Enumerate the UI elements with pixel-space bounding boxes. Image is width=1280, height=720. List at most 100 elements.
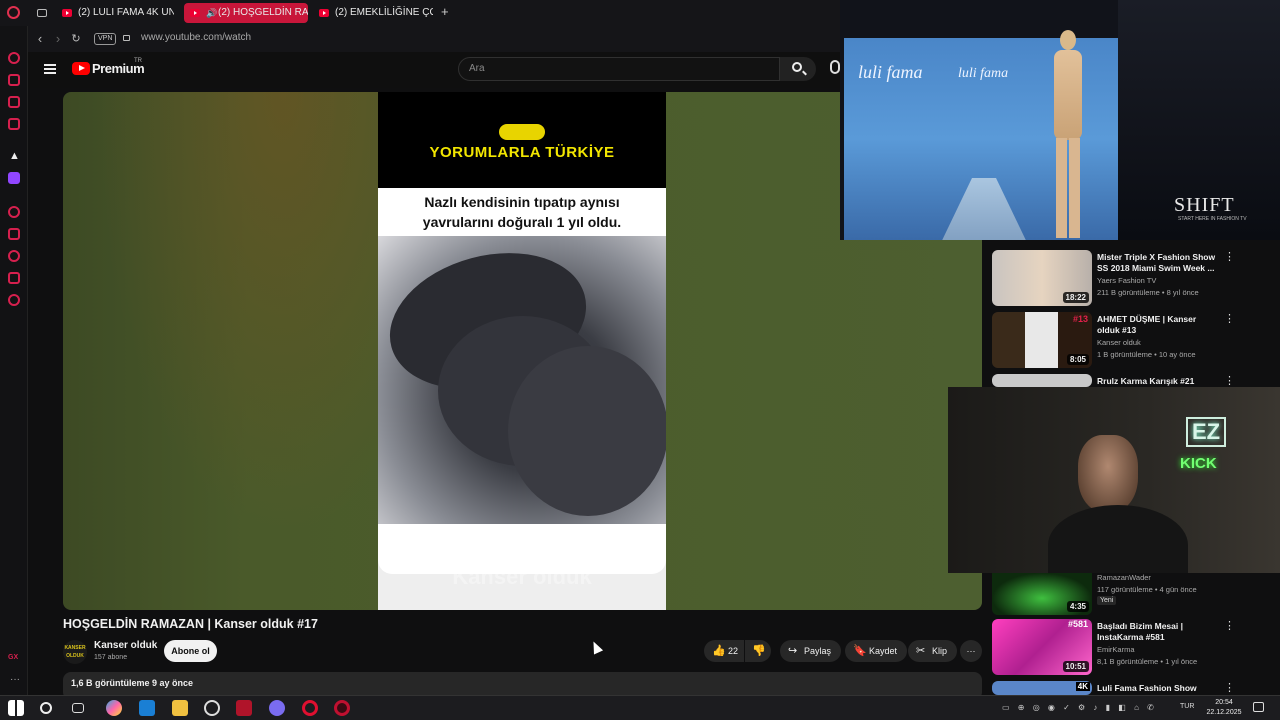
save-button[interactable]: 🔖 Kaydet xyxy=(845,640,908,662)
channel-name[interactable]: Kanser olduk xyxy=(94,640,157,651)
related-thumbnail[interactable]: 4:35 xyxy=(992,573,1092,615)
task-view-icon[interactable] xyxy=(72,703,84,713)
shift-tagline: START HERE IN FASHION TV xyxy=(1178,216,1247,222)
tab-emekliligine[interactable]: (2) EMEKLİLİĞİNE ÇOK AZ xyxy=(313,3,433,23)
more-vert-icon[interactable]: ⋮ xyxy=(1224,314,1235,325)
notification-icon[interactable] xyxy=(1253,702,1264,712)
related-channel[interactable]: Yaers Fashion TV xyxy=(1097,276,1156,285)
related-channel[interactable]: Kanser olduk xyxy=(1097,338,1141,347)
xbox-icon[interactable] xyxy=(204,700,220,716)
neon-sign-ez: EZ xyxy=(1186,417,1227,447)
more-vert-icon[interactable]: ⋮ xyxy=(1224,621,1235,632)
related-title[interactable]: AHMET DÜŞME | Kanser olduk #13 xyxy=(1097,314,1219,336)
video-frame[interactable]: YORUMLARLA TÜRKİYE Nazlı kendisinin tıpa… xyxy=(378,92,666,610)
related-title[interactable]: Luli Fama Fashion Show xyxy=(1097,683,1219,694)
clip-button[interactable]: ✂ Klip xyxy=(908,640,958,662)
like-button[interactable]: 👍 22 xyxy=(704,640,744,662)
tray-icons[interactable]: ▭ ⊕ ◎ ◉ ✓ ⚙ ♪ ▮ ◧ ⌂ ✆ xyxy=(1002,703,1172,713)
opera-icon[interactable] xyxy=(302,700,318,716)
tiktok-icon[interactable]: ▲ xyxy=(9,150,20,162)
related-thumbnail[interactable]: #581 10:51 xyxy=(992,619,1092,675)
mouse-cursor-icon xyxy=(588,639,604,655)
related-video[interactable]: Rrulz Karma Karışık #21 ⋮ xyxy=(992,374,1242,388)
file-explorer-icon[interactable] xyxy=(172,700,188,716)
settings-icon[interactable] xyxy=(8,294,20,306)
history-icon[interactable] xyxy=(8,206,20,218)
runway-brand-text: luli fama xyxy=(958,66,1009,81)
related-video[interactable]: 4K Luli Fama Fashion Show ⋮ xyxy=(992,681,1242,695)
windows-start-icon[interactable] xyxy=(8,700,24,716)
search-input[interactable]: Ara xyxy=(458,57,780,81)
search-taskbar-icon[interactable] xyxy=(40,702,52,714)
related-video[interactable]: #581 10:51 Başladı Bizim Mesai | InstaKa… xyxy=(992,619,1242,677)
related-title[interactable]: Rrulz Karma Karışık #21 xyxy=(1097,376,1219,387)
region-label: TR xyxy=(134,58,142,64)
more-vert-icon[interactable]: ⋮ xyxy=(1224,683,1235,694)
search-button[interactable] xyxy=(780,57,816,81)
gmail-icon[interactable] xyxy=(8,118,20,130)
model-body xyxy=(1054,50,1082,140)
gx-icon[interactable]: GX xyxy=(8,654,18,661)
twitch-icon[interactable] xyxy=(8,172,20,184)
language-indicator[interactable]: TUR xyxy=(1180,703,1194,710)
duration-badge: 4:35 xyxy=(1066,601,1089,612)
related-title[interactable]: Mister Triple X Fashion Show SS 2018 Mia… xyxy=(1097,252,1219,274)
youtube-logo-icon[interactable] xyxy=(72,62,90,75)
neon-sign-kick: KICK xyxy=(1180,455,1217,472)
discord-icon[interactable] xyxy=(269,700,285,716)
tab-luli-fama[interactable]: (2) LULI FAMA 4K UNCUT xyxy=(56,3,174,23)
related-thumbnail[interactable]: 4K xyxy=(992,681,1092,695)
youtube-favicon-icon xyxy=(319,9,329,17)
clock[interactable]: 20:54 22.12.2025 xyxy=(1206,698,1242,718)
opera-gx-icon[interactable] xyxy=(334,700,350,716)
messenger-icon[interactable] xyxy=(8,96,20,108)
related-channel[interactable]: EmirKarma xyxy=(1097,645,1135,654)
duration-badge: 8:05 xyxy=(1066,354,1089,365)
channel-avatar[interactable]: KANSER OLDUK xyxy=(63,640,87,664)
more-vert-icon[interactable]: ⋮ xyxy=(1224,376,1235,387)
clock-icon[interactable] xyxy=(8,250,20,262)
copilot-icon[interactable] xyxy=(106,700,122,716)
thumbs-down-icon: 👎 xyxy=(752,645,766,657)
more-icon[interactable]: ··· xyxy=(10,674,20,685)
hamburger-menu-icon[interactable] xyxy=(44,64,56,74)
tab-hosgeldin-ramazan[interactable]: (2) HOŞGELDİN RAMAZAN 🔊 xyxy=(184,3,308,23)
related-thumbnail[interactable]: 18:22 xyxy=(992,250,1092,306)
speaker-icon[interactable]: 🔊 xyxy=(206,3,217,23)
bookmarks-icon[interactable] xyxy=(8,228,20,240)
subscribe-button[interactable]: Abone ol xyxy=(164,640,217,662)
forward-icon[interactable]: › xyxy=(50,31,66,47)
shopping-icon[interactable] xyxy=(8,74,20,86)
puppies-image xyxy=(378,232,666,524)
related-thumbnail[interactable] xyxy=(992,374,1092,387)
related-video[interactable]: 18:22 Mister Triple X Fashion Show SS 20… xyxy=(992,250,1242,308)
aria-icon[interactable] xyxy=(8,52,20,64)
clock-date: 22.12.2025 xyxy=(1206,709,1242,716)
tab-label: (2) HOŞGELDİN RAMAZAN xyxy=(218,7,308,18)
player-ambient xyxy=(63,92,378,610)
related-video[interactable]: #13 8:05 AHMET DÜŞME | Kanser olduk #13 … xyxy=(992,312,1242,370)
dislike-button[interactable]: 👎 xyxy=(745,640,771,662)
opera-logo-icon[interactable] xyxy=(7,6,20,19)
more-actions-button[interactable]: ··· xyxy=(960,640,982,662)
subscriber-count: 157 abone xyxy=(94,654,128,661)
new-tab-button[interactable]: + xyxy=(441,4,449,19)
related-channel[interactable]: RamazanWader xyxy=(1097,573,1151,582)
taskbar: ▭ ⊕ ◎ ◉ ✓ ⚙ ♪ ▮ ◧ ⌂ ✆ TUR 20:54 22.12.20… xyxy=(0,695,1280,720)
vpn-badge[interactable]: VPN xyxy=(94,33,117,45)
url-field[interactable]: www.youtube.com/watch xyxy=(141,32,251,43)
share-button[interactable]: ↪ Paylaş xyxy=(780,640,842,662)
more-vert-icon[interactable]: ⋮ xyxy=(1224,252,1235,263)
runway-floor xyxy=(924,178,1044,240)
mic-icon[interactable] xyxy=(830,60,840,74)
outlook-icon[interactable] xyxy=(139,700,155,716)
lock-icon[interactable] xyxy=(123,35,130,41)
related-thumbnail[interactable]: #13 8:05 xyxy=(992,312,1092,368)
reload-icon[interactable]: ↻ xyxy=(68,31,84,47)
back-icon[interactable]: ‹ xyxy=(32,31,48,47)
extensions-icon[interactable] xyxy=(8,272,20,284)
workspace-icon[interactable] xyxy=(37,9,47,17)
voice-app-icon[interactable] xyxy=(236,700,252,716)
thumb-badge: #581 xyxy=(1067,619,1088,629)
related-title[interactable]: Başladı Bizim Mesai | InstaKarma #581 xyxy=(1097,621,1219,643)
